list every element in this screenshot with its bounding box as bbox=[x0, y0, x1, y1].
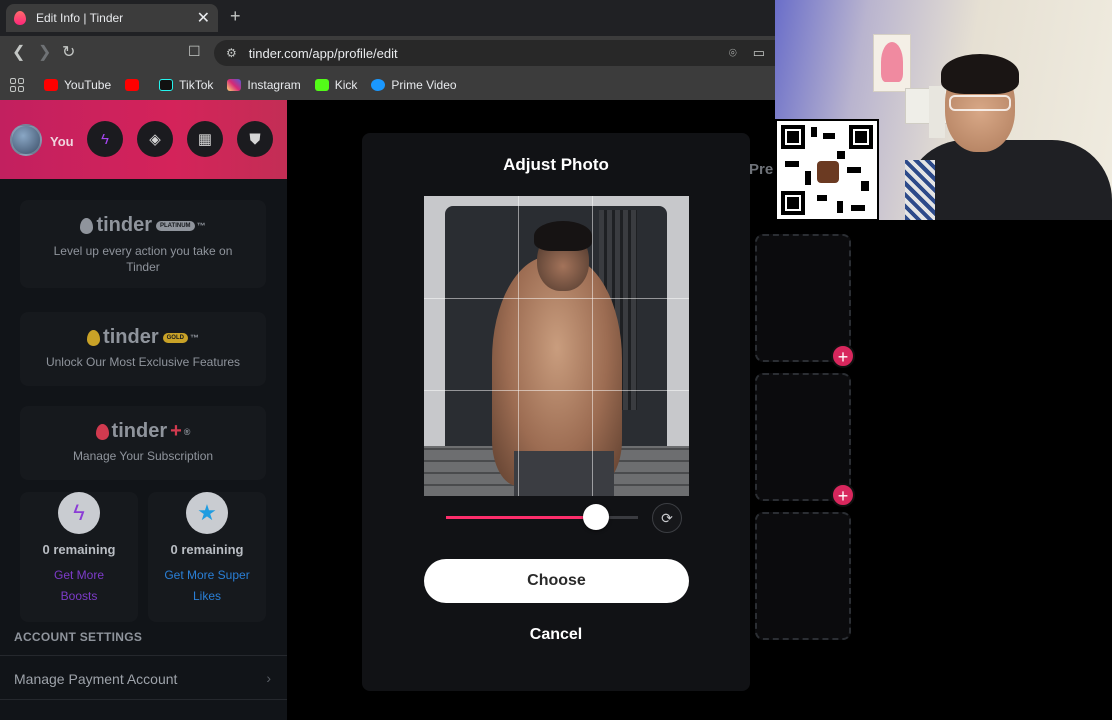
tiktok-icon bbox=[159, 79, 174, 91]
modal-title: Adjust Photo bbox=[503, 155, 609, 174]
platinum-text: Level up every action you take on Tinder bbox=[53, 244, 233, 274]
crop-grid-line bbox=[518, 196, 519, 496]
flame-icon bbox=[80, 217, 94, 234]
zoom-slider[interactable] bbox=[446, 504, 638, 530]
choose-button[interactable]: Choose bbox=[424, 559, 689, 603]
super-likes-card: ★ 0 remaining Get More Super Likes bbox=[148, 492, 266, 622]
photo-subject-shorts bbox=[514, 451, 614, 496]
tinder-favicon-icon bbox=[14, 11, 26, 25]
wall-paper bbox=[929, 86, 945, 138]
avatar[interactable] bbox=[10, 124, 42, 156]
apps-grid-icon[interactable] bbox=[10, 78, 24, 92]
poster-figure bbox=[881, 42, 903, 82]
url-text: tinder.com/app/profile/edit bbox=[248, 45, 398, 61]
tab-close-icon[interactable]: ✕ bbox=[197, 8, 210, 28]
get-more-boosts-link[interactable]: Get More Boosts bbox=[20, 565, 138, 607]
explore-icon[interactable]: ◈ bbox=[137, 121, 173, 157]
crop-grid-line bbox=[424, 390, 689, 391]
photo-subject-hair bbox=[534, 221, 592, 251]
gold-text: Unlock Our Most Exclusive Features bbox=[45, 355, 241, 369]
preview-tab-partial[interactable]: Pre bbox=[749, 161, 773, 178]
chevron-right-icon: › bbox=[266, 670, 271, 686]
adjust-photo-modal: Adjust Photo ⟳ Choose Cancel bbox=[362, 133, 750, 691]
boost-bolt-icon: ϟ bbox=[58, 492, 100, 534]
bookmark-youtube-2[interactable] bbox=[125, 79, 145, 91]
bookmarks-bar: YouTube TikTok Instagram Kick Prime Vide… bbox=[0, 70, 775, 100]
plus-text: Manage Your Subscription bbox=[72, 449, 214, 463]
photo-slot[interactable] bbox=[755, 373, 851, 501]
bookmark-tiktok[interactable]: TikTok bbox=[159, 78, 213, 92]
platinum-card[interactable]: tinder PLATINUM ™ Level up every action … bbox=[20, 200, 266, 288]
forward-icon[interactable]: ❯ bbox=[38, 42, 51, 62]
bookmark-youtube[interactable]: YouTube bbox=[44, 78, 111, 92]
zoom-slider-thumb[interactable] bbox=[582, 504, 609, 530]
cast-icon[interactable]: ▭ bbox=[753, 45, 765, 61]
bookmark-kick[interactable]: Kick bbox=[314, 78, 357, 92]
plus-card[interactable]: tinder + ® Manage Your Subscription bbox=[20, 406, 266, 480]
tab-active[interactable]: Edit Info | Tinder ✕ bbox=[6, 4, 218, 32]
prime-video-icon bbox=[371, 79, 386, 91]
streamer-hair bbox=[941, 54, 1019, 94]
boosts-remaining: 0 remaining bbox=[42, 542, 116, 557]
bookmark-star-icon[interactable]: ☐ bbox=[188, 43, 201, 60]
bookmark-instagram[interactable]: Instagram bbox=[227, 78, 301, 92]
tinder-platinum-logo: tinder PLATINUM ™ bbox=[20, 214, 266, 237]
streamer-scarf bbox=[905, 160, 935, 220]
crop-grid-line bbox=[592, 196, 593, 496]
qr-code bbox=[775, 119, 879, 221]
back-icon[interactable]: ❮ bbox=[12, 42, 25, 62]
location-icon[interactable]: ⌾ bbox=[729, 45, 737, 61]
photo-slot[interactable] bbox=[755, 512, 851, 640]
manage-payment-account-item[interactable]: Manage Payment Account › bbox=[0, 655, 287, 700]
super-likes-remaining: 0 remaining bbox=[170, 542, 244, 557]
sidebar: You ϟ ◈ ▦ ⛊ tinder PLATINUM ™ Level up e… bbox=[0, 100, 287, 720]
kick-icon bbox=[314, 79, 329, 91]
tab-bar: Edit Info | Tinder ✕ + bbox=[0, 0, 775, 36]
shield-icon[interactable]: ⛊ bbox=[237, 121, 273, 157]
tinder-plus-logo: tinder + ® bbox=[20, 420, 266, 443]
rotate-icon[interactable]: ⟳ bbox=[652, 503, 682, 533]
gold-card[interactable]: tinder GOLD ™ Unlock Our Most Exclusive … bbox=[20, 312, 266, 386]
new-tab-button[interactable]: + bbox=[230, 6, 241, 27]
site-info-icon[interactable]: ⚙ bbox=[226, 46, 237, 60]
sidebar-header: You ϟ ◈ ▦ ⛊ bbox=[0, 100, 287, 179]
youtube-icon bbox=[125, 79, 140, 91]
boost-icon[interactable]: ϟ bbox=[87, 121, 123, 157]
tinder-gold-logo: tinder GOLD ™ bbox=[20, 326, 266, 349]
reload-icon[interactable]: ↻ bbox=[62, 42, 75, 62]
add-photo-icon[interactable]: + bbox=[831, 483, 855, 507]
account-settings-heading: ACCOUNT SETTINGS bbox=[14, 630, 143, 644]
flame-icon bbox=[87, 329, 101, 346]
zoom-slider-fill bbox=[446, 516, 596, 519]
bookmark-prime-video[interactable]: Prime Video bbox=[371, 78, 457, 92]
boosts-card: ϟ 0 remaining Get More Boosts bbox=[20, 492, 138, 622]
flame-icon bbox=[95, 423, 109, 440]
browser-toolbar: ❮ ❯ ↻ ☐ ⚙ tinder.com/app/profile/edit ⌾ … bbox=[0, 36, 775, 70]
tab-title: Edit Info | Tinder bbox=[36, 11, 124, 25]
streamer-body bbox=[905, 140, 1112, 220]
photo-slot[interactable] bbox=[755, 234, 851, 362]
get-more-super-likes-link[interactable]: Get More Super Likes bbox=[148, 565, 266, 607]
cancel-button[interactable]: Cancel bbox=[362, 626, 750, 644]
photo-crop-area[interactable] bbox=[424, 196, 689, 496]
add-photo-icon[interactable]: + bbox=[831, 344, 855, 368]
briefcase-icon[interactable]: ▦ bbox=[187, 121, 223, 157]
instagram-icon bbox=[227, 79, 242, 91]
youtube-icon bbox=[44, 79, 58, 91]
star-icon: ★ bbox=[186, 492, 228, 534]
address-bar[interactable]: ⚙ tinder.com/app/profile/edit ⌾ ▭ bbox=[214, 40, 775, 66]
qr-logo bbox=[817, 161, 839, 183]
you-label[interactable]: You bbox=[50, 134, 74, 149]
streamer-glasses bbox=[949, 95, 1011, 111]
crop-grid-line bbox=[424, 298, 689, 299]
